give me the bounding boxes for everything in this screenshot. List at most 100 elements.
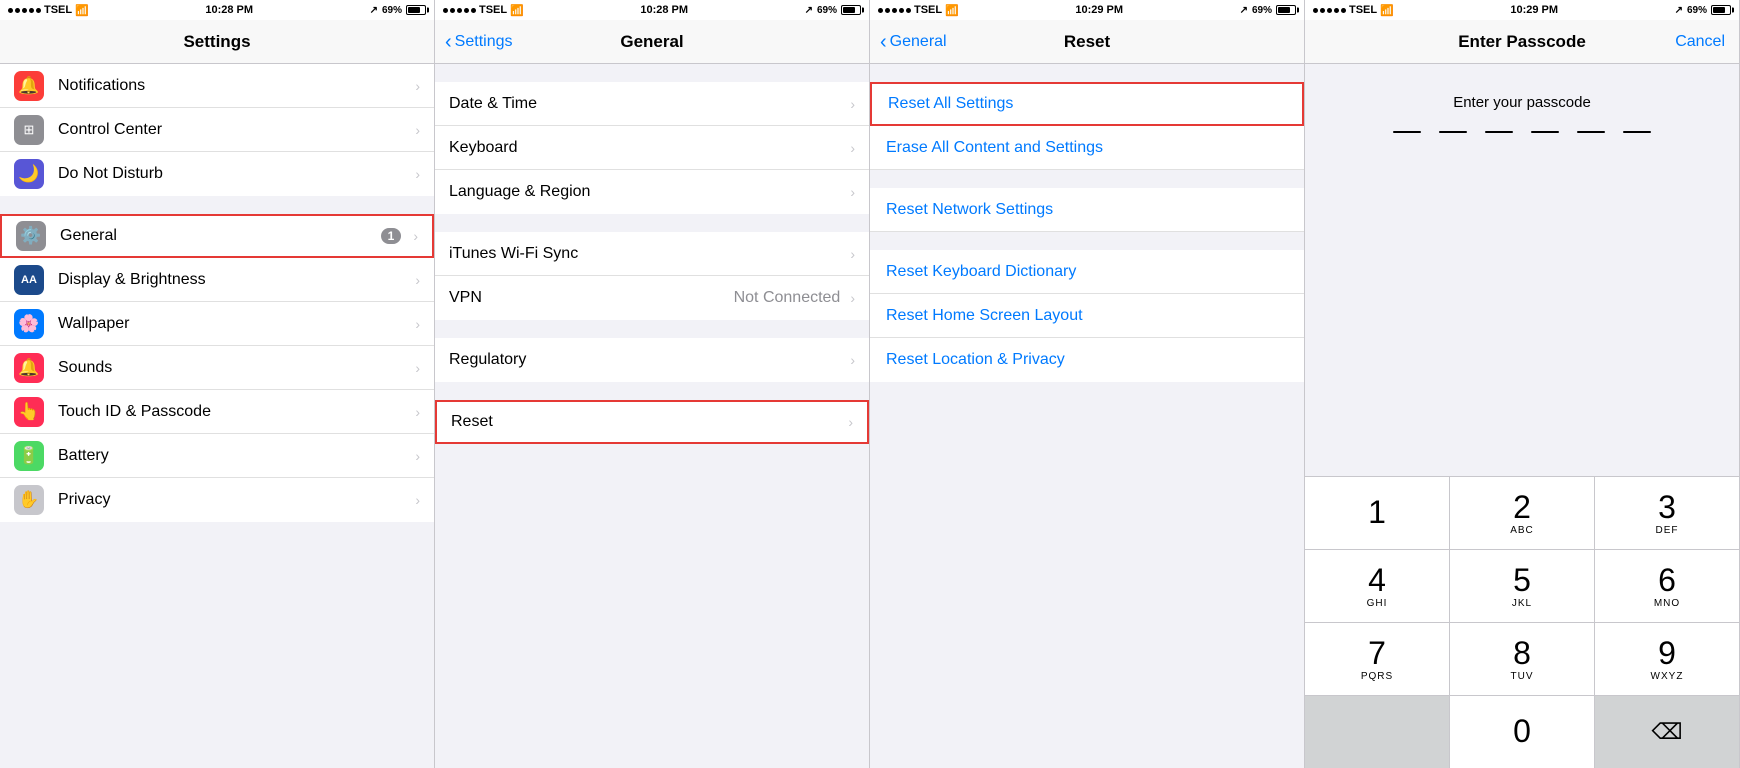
back-chevron-icon: ‹ bbox=[445, 32, 452, 52]
dot-1 bbox=[1393, 131, 1421, 133]
reset-item-location[interactable]: Reset Location & Privacy bbox=[870, 338, 1304, 382]
settings-item-general[interactable]: ⚙️ General 1 › bbox=[0, 214, 434, 258]
settings-panel: TSEL 📶 10:28 PM ↗ 69% Settings 🔔 Notific… bbox=[0, 0, 435, 768]
settings-item-display-brightness[interactable]: AA Display & Brightness › bbox=[0, 258, 434, 302]
status-left-4: TSEL 📶 bbox=[1313, 4, 1394, 17]
reset-item-all-settings[interactable]: Reset All Settings bbox=[870, 82, 1304, 126]
reset-label: Reset bbox=[451, 413, 844, 431]
nav-back-general[interactable]: ‹ General bbox=[880, 32, 947, 52]
passcode-panel: TSEL 📶 10:29 PM ↗ 69% Enter Passcode Can… bbox=[1305, 0, 1740, 768]
wallpaper-icon: 🌸 bbox=[14, 309, 44, 339]
key-3[interactable]: 3 DEF bbox=[1595, 477, 1739, 549]
status-left-1: TSEL 📶 bbox=[8, 4, 89, 17]
chevron-icon: › bbox=[850, 140, 855, 156]
key-6[interactable]: 6 MNO bbox=[1595, 550, 1739, 622]
touch-id-label: Touch ID & Passcode bbox=[58, 403, 411, 421]
separator bbox=[435, 64, 869, 82]
nav-title-passcode: Enter Passcode bbox=[1458, 32, 1586, 52]
carrier-name: TSEL bbox=[44, 4, 72, 16]
settings-item-wallpaper[interactable]: 🌸 Wallpaper › bbox=[0, 302, 434, 346]
reset-network-label: Reset Network Settings bbox=[886, 201, 1288, 219]
signal-dot bbox=[1327, 8, 1332, 13]
key-4[interactable]: 4 GHI bbox=[1305, 550, 1450, 622]
general-item-date-time[interactable]: Date & Time › bbox=[435, 82, 869, 126]
battery-percent-3: 69% bbox=[1252, 5, 1272, 16]
signal-dot bbox=[892, 8, 897, 13]
key-1[interactable]: 1 bbox=[1305, 477, 1450, 549]
key-0[interactable]: 0 bbox=[1450, 696, 1595, 768]
separator bbox=[0, 196, 434, 214]
location-icon-4: ↗ bbox=[1675, 5, 1683, 16]
keypad-row-1: 1 2 ABC 3 DEF bbox=[1305, 477, 1739, 550]
signal-dot bbox=[8, 8, 13, 13]
notifications-label: Notifications bbox=[58, 77, 411, 95]
chevron-icon: › bbox=[415, 122, 420, 138]
carrier-name-3: TSEL bbox=[914, 4, 942, 16]
chevron-icon: › bbox=[415, 448, 420, 464]
status-right-3: ↗ 69% bbox=[1240, 5, 1296, 16]
chevron-icon: › bbox=[850, 96, 855, 112]
wifi-icon-4: 📶 bbox=[1380, 4, 1394, 17]
settings-item-battery[interactable]: 🔋 Battery › bbox=[0, 434, 434, 478]
nav-cancel-button[interactable]: Cancel bbox=[1675, 33, 1725, 51]
general-item-itunes[interactable]: iTunes Wi-Fi Sync › bbox=[435, 232, 869, 276]
signal-dots-2 bbox=[443, 8, 476, 13]
settings-item-control-center[interactable]: ⊞ Control Center › bbox=[0, 108, 434, 152]
nav-back-settings[interactable]: ‹ Settings bbox=[445, 32, 512, 52]
chevron-icon: › bbox=[415, 272, 420, 288]
carrier-name-2: TSEL bbox=[479, 4, 507, 16]
chevron-icon: › bbox=[850, 352, 855, 368]
general-item-regulatory[interactable]: Regulatory › bbox=[435, 338, 869, 382]
separator bbox=[435, 382, 869, 400]
signal-dot bbox=[906, 8, 911, 13]
settings-item-privacy[interactable]: ✋ Privacy › bbox=[0, 478, 434, 522]
settings-item-touch-id[interactable]: 👆 Touch ID & Passcode › bbox=[0, 390, 434, 434]
separator bbox=[870, 232, 1304, 250]
general-section-1: iTunes Wi-Fi Sync › VPN Not Connected › bbox=[435, 232, 869, 320]
reset-section-0: Reset All Settings Erase All Content and… bbox=[870, 82, 1304, 170]
battery-percent-4: 69% bbox=[1687, 5, 1707, 16]
location-icon: ↗ bbox=[370, 5, 378, 16]
chevron-icon: › bbox=[850, 184, 855, 200]
signal-dot bbox=[1313, 8, 1318, 13]
reset-item-keyboard[interactable]: Reset Keyboard Dictionary bbox=[870, 250, 1304, 294]
location-icon-2: ↗ bbox=[805, 5, 813, 16]
vpn-value: Not Connected bbox=[734, 289, 841, 307]
reset-location-label: Reset Location & Privacy bbox=[886, 351, 1288, 369]
general-list: Date & Time › Keyboard › Language & Regi… bbox=[435, 64, 869, 768]
wifi-icon-2: 📶 bbox=[510, 4, 524, 17]
general-item-vpn[interactable]: VPN Not Connected › bbox=[435, 276, 869, 320]
touch-id-icon: 👆 bbox=[14, 397, 44, 427]
settings-list-1: 🔔 Notifications › ⊞ Control Center › 🌙 D… bbox=[0, 64, 434, 768]
reset-item-home-screen[interactable]: Reset Home Screen Layout bbox=[870, 294, 1304, 338]
general-item-reset[interactable]: Reset › bbox=[435, 400, 869, 444]
key-7[interactable]: 7 PQRS bbox=[1305, 623, 1450, 695]
signal-dot bbox=[1334, 8, 1339, 13]
nav-bar-3: ‹ General Reset bbox=[870, 20, 1304, 64]
settings-item-do-not-disturb[interactable]: 🌙 Do Not Disturb › bbox=[0, 152, 434, 196]
language-label: Language & Region bbox=[449, 183, 846, 201]
settings-item-sounds[interactable]: 🔔 Sounds › bbox=[0, 346, 434, 390]
dot-3 bbox=[1485, 131, 1513, 133]
chevron-icon: › bbox=[415, 78, 420, 94]
general-section-2: Regulatory › bbox=[435, 338, 869, 382]
reset-item-erase-all[interactable]: Erase All Content and Settings bbox=[870, 126, 1304, 170]
key-8[interactable]: 8 TUV bbox=[1450, 623, 1595, 695]
key-delete[interactable]: ⌫ bbox=[1595, 696, 1739, 768]
settings-item-notifications[interactable]: 🔔 Notifications › bbox=[0, 64, 434, 108]
general-item-keyboard[interactable]: Keyboard › bbox=[435, 126, 869, 170]
key-2[interactable]: 2 ABC bbox=[1450, 477, 1595, 549]
chevron-icon: › bbox=[415, 360, 420, 376]
separator bbox=[870, 170, 1304, 188]
reset-item-network[interactable]: Reset Network Settings bbox=[870, 188, 1304, 232]
dot-2 bbox=[1439, 131, 1467, 133]
chevron-icon: › bbox=[415, 404, 420, 420]
dot-6 bbox=[1623, 131, 1651, 133]
signal-dot bbox=[22, 8, 27, 13]
general-item-language[interactable]: Language & Region › bbox=[435, 170, 869, 214]
key-5[interactable]: 5 JKL bbox=[1450, 550, 1595, 622]
do-not-disturb-label: Do Not Disturb bbox=[58, 165, 411, 183]
reset-home-screen-label: Reset Home Screen Layout bbox=[886, 307, 1288, 325]
display-brightness-icon: AA bbox=[14, 265, 44, 295]
key-9[interactable]: 9 WXYZ bbox=[1595, 623, 1739, 695]
